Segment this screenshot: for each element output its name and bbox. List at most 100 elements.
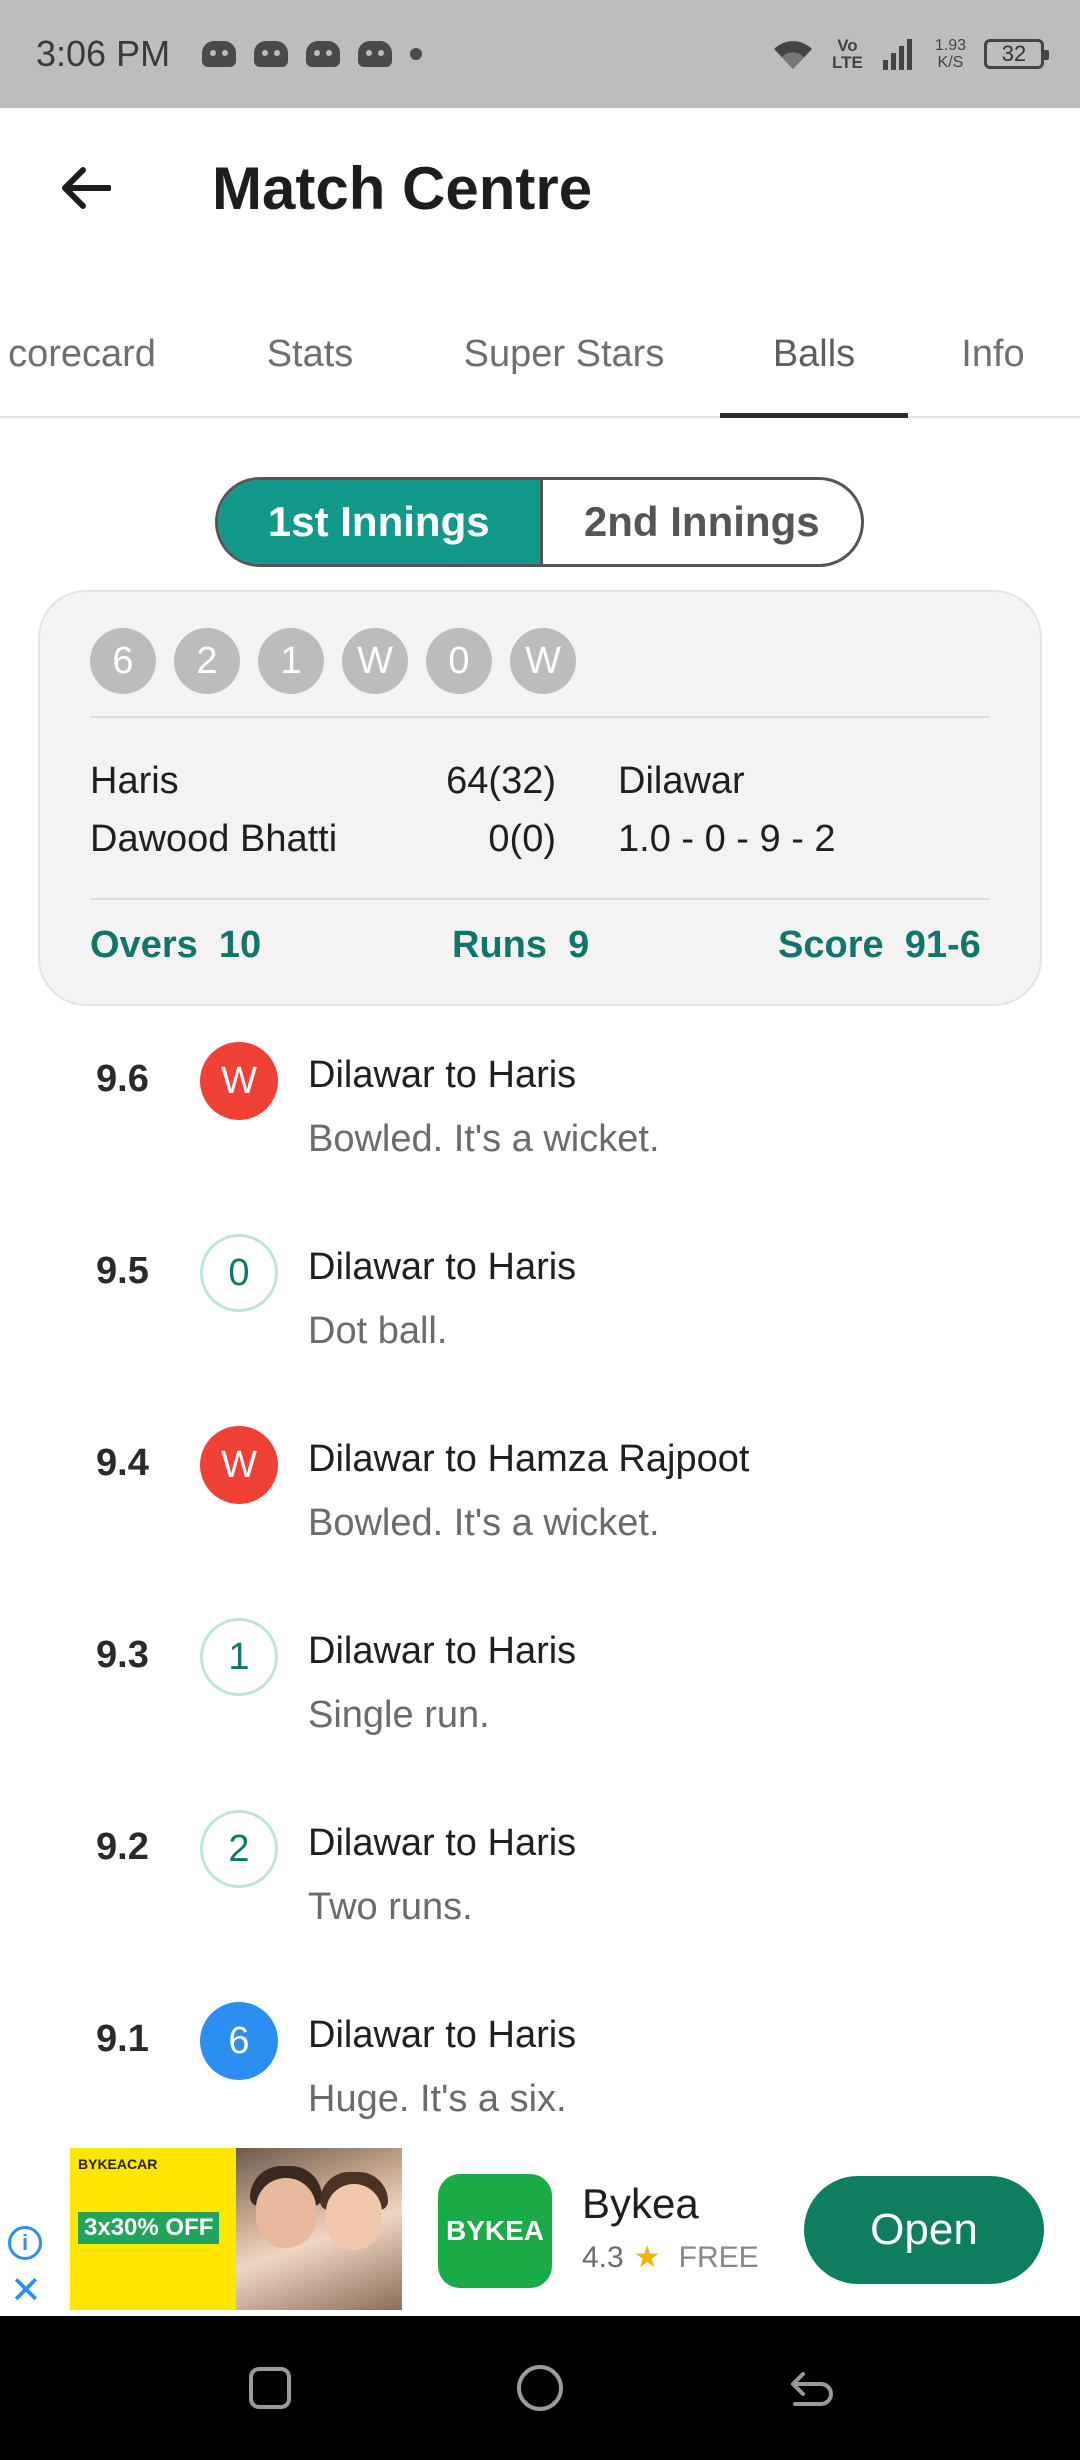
recent-ball: W (342, 628, 408, 694)
ball-description: Two runs. (308, 1886, 473, 1928)
overs-summary: Overs 10 (90, 924, 261, 967)
over-number: 9.2 (96, 1826, 149, 1868)
ad-rating: 4.3 ★ FREE (582, 2240, 759, 2275)
ball-description: Huge. It's a six. (308, 2078, 567, 2120)
tab-stats[interactable]: Stats (240, 290, 380, 418)
card-divider (90, 716, 990, 718)
back-button[interactable] (40, 143, 130, 233)
ball-description: Dot ball. (308, 1310, 448, 1352)
back-nav-button[interactable] (778, 2356, 842, 2420)
over-summary-card: 6 2 1 W 0 W Haris 64(32) Dilawar Dawood … (38, 590, 1042, 1006)
run-badge: 2 (200, 1810, 278, 1888)
game-controller-icon (358, 41, 393, 67)
wifi-icon (772, 37, 814, 71)
recents-button[interactable] (238, 2356, 302, 2420)
six-badge: 6 (200, 2002, 278, 2080)
over-number: 9.3 (96, 1634, 149, 1676)
runs-summary: Runs 9 (452, 924, 589, 967)
recent-balls: 6 2 1 W 0 W (90, 628, 576, 694)
card-divider (90, 898, 990, 900)
ball-entry[interactable]: 9.2 2 Dilawar to Haris Two runs. (0, 1810, 1080, 2000)
ad-banner[interactable]: i ✕ BYKEACAR 3x30% OFF BYKEA Bykea 4.3 ★… (0, 2144, 1080, 2316)
volte-top: Vo (837, 36, 858, 55)
ad-photo-detail (326, 2184, 382, 2250)
bowler-name: Dilawar (618, 760, 745, 802)
recent-ball: 0 (426, 628, 492, 694)
recent-ball: 2 (174, 628, 240, 694)
tab-info[interactable]: Info (940, 290, 1046, 418)
game-controller-icon (254, 41, 289, 67)
ball-entry[interactable]: 9.6 W Dilawar to Haris Bowled. It's a wi… (0, 1042, 1080, 1232)
first-innings-button[interactable]: 1st Innings (218, 480, 540, 564)
batsman-name: Haris (90, 760, 179, 802)
net-speed: 1.93 K/S (935, 37, 966, 71)
active-tab-indicator (720, 413, 908, 418)
game-controller-icon (306, 41, 341, 67)
runs-label: Runs (452, 924, 547, 966)
over-number: 9.1 (96, 2018, 149, 2060)
recent-ball: 1 (258, 628, 324, 694)
ad-app-icon[interactable]: BYKEA (438, 2174, 552, 2288)
runs-value: 9 (568, 924, 590, 966)
ball-title: Dilawar to Haris (308, 1054, 577, 1096)
ad-photo (236, 2148, 402, 2310)
batsman-score: 0(0) (488, 818, 556, 860)
run-badge: 0 (200, 1234, 278, 1312)
tab-scorecard[interactable]: corecard (0, 290, 172, 418)
system-nav-bar (0, 2316, 1080, 2460)
tab-super-stars[interactable]: Super Stars (440, 290, 688, 418)
overs-value: 10 (218, 924, 262, 966)
home-button[interactable] (508, 2356, 572, 2420)
status-bar: 3:06 PM Vo LTE 1.93 K/S 32 (0, 0, 1080, 108)
second-innings-button[interactable]: 2nd Innings (539, 480, 862, 564)
ad-photo-detail (256, 2178, 316, 2248)
ball-description: Bowled. It's a wicket. (308, 1502, 660, 1544)
score-value: 91-6 (904, 924, 981, 966)
ad-app-name[interactable]: Bykea (582, 2180, 699, 2228)
ball-entry[interactable]: 9.4 W Dilawar to Hamza Rajpoot Bowled. I… (0, 1426, 1080, 1616)
ad-image[interactable]: BYKEACAR 3x30% OFF (70, 2148, 402, 2310)
game-controller-icon (202, 41, 237, 67)
ad-info-icon[interactable]: i (8, 2226, 42, 2260)
innings-toggle: 1st Innings 2nd Innings (215, 477, 864, 567)
ad-open-button[interactable]: Open (804, 2176, 1044, 2284)
volte-bottom: LTE (832, 53, 863, 72)
app-bar: Match Centre (0, 108, 1080, 268)
over-number: 9.5 (96, 1250, 149, 1292)
over-number: 9.4 (96, 1442, 149, 1484)
run-badge: 1 (200, 1618, 278, 1696)
ad-image-brand: BYKEACAR (78, 2156, 158, 2172)
ad-rating-value: 4.3 (582, 2240, 624, 2274)
recent-ball: W (510, 628, 576, 694)
ad-image-offer: 3x30% OFF (78, 2212, 220, 2244)
batsman-score: 64(32) (446, 760, 556, 802)
recents-icon (249, 2367, 291, 2409)
bowler-figures: 1.0 - 0 - 9 - 2 (618, 818, 836, 860)
page-title: Match Centre (212, 154, 593, 222)
net-speed-value: 1.93 (934, 37, 966, 54)
over-number: 9.6 (96, 1058, 149, 1100)
batsman-name: Dawood Bhatti (90, 818, 338, 860)
tab-balls[interactable]: Balls (720, 290, 908, 418)
back-nav-icon (791, 2372, 833, 2406)
ball-title: Dilawar to Hamza Rajpoot (308, 1438, 750, 1480)
ball-entry[interactable]: 9.5 0 Dilawar to Haris Dot ball. (0, 1234, 1080, 1424)
signal-icon (881, 38, 917, 70)
wicket-badge: W (200, 1426, 278, 1504)
status-right: Vo LTE 1.93 K/S 32 (772, 36, 1049, 72)
ball-title: Dilawar to Haris (308, 1246, 577, 1288)
home-icon (517, 2365, 563, 2411)
ball-entry[interactable]: 9.3 1 Dilawar to Haris Single run. (0, 1618, 1080, 1808)
battery-icon: 32 (984, 39, 1049, 69)
ball-title: Dilawar to Haris (308, 1630, 577, 1672)
score-summary: Score 91-6 (778, 924, 981, 967)
ad-close-icon[interactable]: ✕ (10, 2272, 42, 2310)
notification-icons (202, 41, 423, 67)
ad-price: FREE (678, 2240, 759, 2274)
tab-bar: corecard Stats Super Stars Balls Info (0, 290, 1080, 418)
status-time: 3:06 PM (36, 33, 171, 74)
overs-label: Overs (90, 924, 198, 966)
ball-description: Single run. (308, 1694, 490, 1736)
ball-description: Bowled. It's a wicket. (308, 1118, 660, 1160)
recent-ball: 6 (90, 628, 156, 694)
